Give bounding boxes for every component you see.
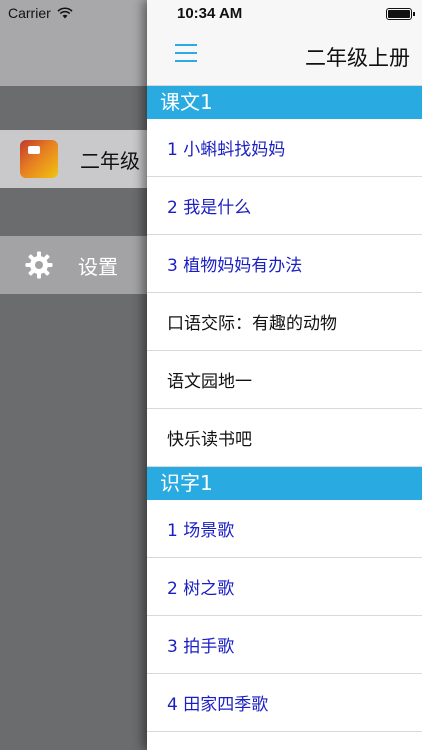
list-item[interactable]: 口语交际：有趣的动物 xyxy=(147,293,422,351)
list-item[interactable]: 3 植物妈妈有办法 xyxy=(147,235,422,293)
list-item[interactable]: 2 我是什么 xyxy=(147,177,422,235)
list-item[interactable]: 快乐读书吧 xyxy=(147,409,422,467)
status-bar-left: Carrier xyxy=(8,5,73,21)
section-header: 课文1 xyxy=(147,86,422,119)
drawer-item-label: 设置 xyxy=(78,254,118,279)
drawer-header: Carrier xyxy=(0,0,160,86)
section-header: 识字1 xyxy=(147,467,422,500)
status-time: 10:34 AM xyxy=(177,5,243,22)
list-item[interactable]: 4 田家四季歌 xyxy=(147,674,422,732)
list-item[interactable]: 1 场景歌 xyxy=(147,500,422,558)
textbook-icon xyxy=(20,140,58,178)
page-title: 二年级上册 xyxy=(305,46,410,70)
main-panel: 10:34 AM 二年级上册 课文1 1 小蝌蚪找妈妈 2 我是什么 3 植物妈… xyxy=(147,0,422,750)
list-item[interactable]: 3 拍手歌 xyxy=(147,616,422,674)
drawer-item-label: 二年级 xyxy=(80,148,140,173)
side-drawer: Carrier 二年级 设置 xyxy=(0,0,160,750)
drawer-item-settings[interactable]: 设置 xyxy=(0,236,160,294)
battery-icon xyxy=(386,8,415,20)
list-item[interactable]: 语文园地一 xyxy=(147,351,422,409)
wifi-icon xyxy=(57,7,73,19)
gear-icon xyxy=(25,251,53,279)
carrier-label: Carrier xyxy=(8,5,51,21)
navigation-bar: 10:34 AM 二年级上册 xyxy=(147,0,422,86)
hamburger-icon[interactable] xyxy=(175,44,197,62)
drawer-item-grade2[interactable]: 二年级 xyxy=(0,130,160,188)
list-item[interactable]: 1 小蝌蚪找妈妈 xyxy=(147,119,422,177)
lesson-list: 课文1 1 小蝌蚪找妈妈 2 我是什么 3 植物妈妈有办法 口语交际：有趣的动物… xyxy=(147,86,422,732)
list-item[interactable]: 2 树之歌 xyxy=(147,558,422,616)
